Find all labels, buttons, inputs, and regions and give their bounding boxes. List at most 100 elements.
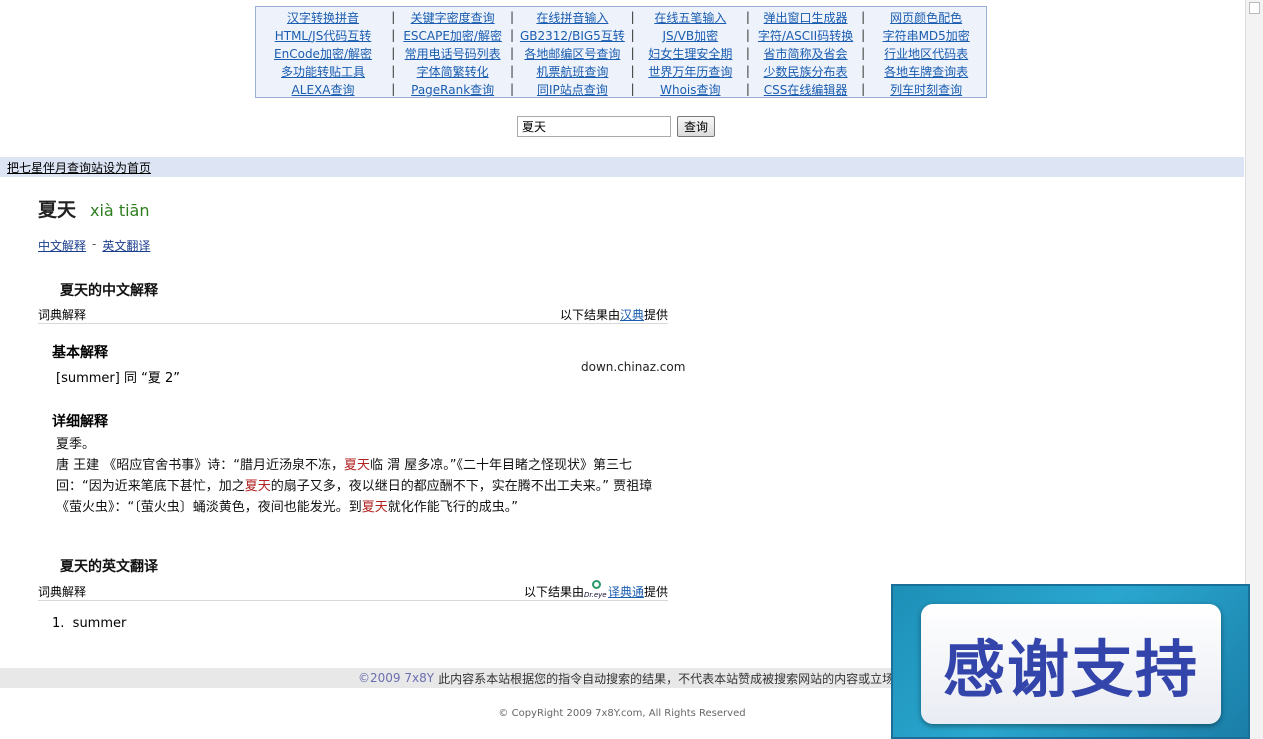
detail-explanation-text: 夏季。 唐 王建 《昭应官舍书事》诗：“腊月近汤泉不冻，夏天临 渭 屋多凉。”《… [56,434,662,518]
nav-separator: | [630,64,635,78]
tool-link[interactable]: 妇女生理安全期 [648,45,732,62]
tool-cell: 世界万年历查询 [640,63,741,80]
detail-text-4: 就化作能飞行的成虫。” [387,500,519,515]
tool-link[interactable]: 机票航班查询 [536,63,608,80]
tool-link[interactable]: 多功能转贴工具 [281,63,365,80]
tool-cell: GB2312/BIG5互转 [519,27,625,44]
source-credit: 以下结果由汉典提供 [560,306,668,323]
tool-cell: EnCode加密/解密 [260,45,386,62]
tool-link[interactable]: JS/VB加密 [662,27,718,44]
footer-copy: ©2009 7x8Y [358,671,435,685]
search-button[interactable]: 查询 [677,116,716,137]
dreye-link[interactable]: 译典通 [608,585,644,599]
tool-link[interactable]: 在线拼音输入 [536,9,608,26]
tool-link[interactable]: 字体简繁转化 [417,63,489,80]
tool-link[interactable]: Whois查询 [660,81,720,98]
tool-link[interactable]: CSS在线编辑器 [764,81,848,98]
tool-link[interactable]: HTML/JS代码互转 [275,27,372,44]
detail-paragraph: 唐 王建 《昭应官舍书事》诗：“腊月近汤泉不冻，夏天临 渭 屋多凉。”《二十年目… [56,455,662,518]
tool-link[interactable]: 各地车牌查询表 [884,63,968,80]
tool-link[interactable]: EnCode加密/解密 [274,45,372,62]
tool-link[interactable]: 列车时刻查询 [890,81,962,98]
scrollbar-thumb[interactable] [1249,2,1260,14]
chinese-dict-bar: 词典解释 以下结果由汉典提供 [38,306,668,324]
tool-link[interactable]: 字符串MD5加密 [883,27,970,44]
chinese-section-title: 夏天的中文解释 [60,283,158,299]
tool-cell: 字符串MD5加密 [870,27,982,44]
nav-separator: | [745,28,750,42]
tools-nav-box: 汉字转换拼音 | 关键字密度查询 | 在线拼音输入 | 在线五笔输入 | 弹出窗口生成器 | 网页颜… [255,6,987,98]
source-suffix: 提供 [643,308,668,322]
tool-cell: 机票航班查询 [519,63,625,80]
thanks-support-text: 感谢支持 [942,633,1199,706]
tool-cell: 少数民族分布表 [755,63,856,80]
tool-cell: 关键字密度查询 [400,9,504,26]
tool-link[interactable]: 弹出窗口生成器 [764,9,848,26]
tool-link[interactable]: 在线五笔输入 [654,9,726,26]
tool-cell: Whois查询 [640,81,741,98]
set-homepage-bar: 把七星伴月查询站设为首页 [0,157,1244,177]
watermark-text: down.chinaz.com [581,360,686,374]
tool-link[interactable]: PageRank查询 [411,81,494,98]
tool-cell: 各地车牌查询表 [870,63,982,80]
tool-cell: 各地邮编区号查询 [519,45,625,62]
nav-separator: | [861,10,866,24]
highlight-word: 夏天 [344,458,371,473]
nav-separator: | [745,46,750,60]
tool-cell: PageRank查询 [400,81,504,98]
nav-separator: | [861,64,866,78]
set-homepage-link[interactable]: 把七星伴月查询站设为首页 [7,161,151,175]
tool-link[interactable]: 省市简称及省会 [764,45,848,62]
entry-pinyin: xià tiān [90,201,150,220]
tool-link[interactable]: 世界万年历查询 [648,63,732,80]
tool-cell: 在线拼音输入 [519,9,625,26]
nav-separator: | [391,10,396,24]
handian-link[interactable]: 汉典 [620,308,644,322]
dict-label: 词典解释 [38,308,87,322]
tool-link[interactable]: 少数民族分布表 [764,63,848,80]
tool-link[interactable]: 关键字密度查询 [411,9,495,26]
english-section-title: 夏天的英文翻译 [60,559,158,575]
nav-separator: | [861,82,866,96]
nav-separator: | [745,10,750,24]
source-prefix: 以下结果由 [559,308,620,322]
tool-link[interactable]: 网页颜色配色 [890,9,962,26]
tool-link[interactable]: 常用电话号码列表 [405,45,501,62]
tool-link[interactable]: 同IP站点查询 [537,81,608,98]
nav-separator: | [391,28,396,42]
tool-link[interactable]: 各地邮编区号查询 [524,45,620,62]
translation-list-item: 1. summer [52,616,126,631]
thanks-support-popup[interactable]: 感谢支持 [891,584,1250,739]
english-dict-bar: 词典解释 以下结果由 Dr.eye 译典通提供 [38,579,668,601]
chinese-explanation-link[interactable]: 中文解释 [38,237,86,254]
tool-cell: 弹出窗口生成器 [755,9,856,26]
tool-link[interactable]: ALEXA查询 [292,81,355,98]
thanks-support-panel: 感谢支持 [921,604,1221,724]
entry-word: 夏天 [38,199,77,221]
tools-row: ALEXA查询 | PageRank查询 | 同IP站点查询 | Whois查询 | CSS在线… [260,80,982,98]
tool-link[interactable]: 行业地区代码表 [884,45,968,62]
search-bar: 查询 [517,116,716,137]
tool-cell: 常用电话号码列表 [400,45,504,62]
tool-link[interactable]: 字符/ASCII码转换 [758,27,853,44]
basic-explanation-text: [summer] 同 “夏 2” [56,371,180,386]
tool-link[interactable]: 汉字转换拼音 [287,9,359,26]
tool-cell: 多功能转贴工具 [260,63,386,80]
search-input[interactable] [517,116,671,137]
source-credit: 以下结果由 Dr.eye 译典通提供 [524,579,668,600]
tool-cell: ALEXA查询 [260,81,386,98]
english-translation-link[interactable]: 英文翻译 [102,237,150,254]
tool-cell: ESCAPE加密/解密 [400,27,504,44]
tool-link[interactable]: ESCAPE加密/解密 [403,27,502,44]
translation-word: summer [72,616,127,631]
detail-line1: 夏季。 [56,437,96,452]
tool-link[interactable]: GB2312/BIG5互转 [520,27,625,44]
nav-separator: | [391,46,396,60]
highlight-word: 夏天 [361,500,388,515]
tool-cell: 字符/ASCII码转换 [755,27,856,44]
source-suffix: 提供 [643,585,668,599]
tool-cell: 字体简繁转化 [400,63,504,80]
tools-row: HTML/JS代码互转 | ESCAPE加密/解密 | GB2312/BIG5互转 | JS… [260,26,982,44]
section-links: 中文解释 - 英文翻译 [38,237,150,254]
tool-cell: 妇女生理安全期 [640,45,741,62]
